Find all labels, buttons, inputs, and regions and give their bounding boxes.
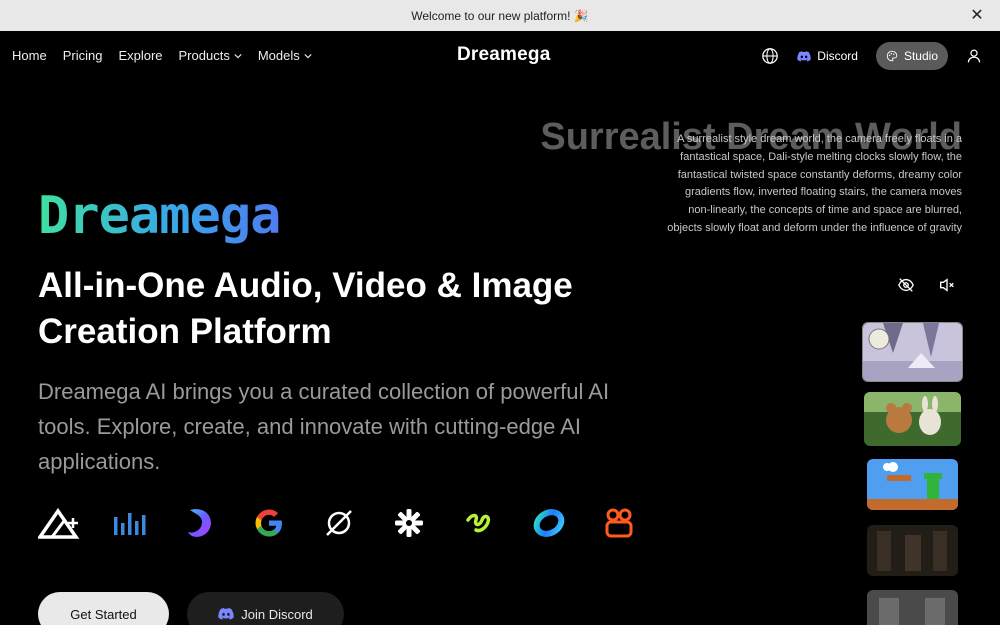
announcement-text: Welcome to our new platform! 🎉 — [411, 8, 589, 23]
mute-icon[interactable] — [938, 276, 956, 294]
triangle-logo-icon — [38, 505, 80, 541]
join-discord-button[interactable]: Join Discord — [187, 592, 344, 625]
ring-logo-icon — [528, 505, 570, 541]
studio-button[interactable]: Studio — [875, 42, 948, 70]
palette-icon — [886, 50, 898, 62]
thumbnail-platformer[interactable] — [867, 459, 958, 510]
partner-logos — [38, 505, 640, 541]
google-g-logo-icon — [248, 505, 290, 541]
user-icon[interactable] — [966, 48, 982, 64]
hero-brand: Dreamega — [38, 186, 281, 246]
hero-headline: All-in-One Audio, Video & Image Creation… — [38, 266, 573, 351]
discord-icon — [797, 50, 811, 61]
thumbnail-grey-room[interactable] — [867, 590, 958, 625]
eye-off-icon[interactable] — [897, 276, 915, 294]
slashed-circle-logo-icon — [318, 505, 360, 541]
nav-pricing[interactable]: Pricing — [63, 48, 103, 63]
green-squiggle-logo-icon — [458, 505, 500, 541]
chevron-down-icon — [234, 53, 242, 58]
thumbnail-surreal[interactable] — [862, 322, 963, 382]
nav-products-label: Products — [178, 48, 230, 63]
get-started-button[interactable]: Get Started — [38, 592, 169, 625]
studio-label: Studio — [903, 49, 938, 63]
discord-label: Discord — [817, 49, 858, 63]
thumbnail-animals[interactable] — [864, 392, 961, 446]
nav-models[interactable]: Models — [258, 48, 312, 63]
nav-products[interactable]: Products — [179, 48, 242, 63]
site-logo[interactable]: Dreamega — [457, 44, 550, 66]
discord-icon — [218, 608, 234, 620]
globe-icon[interactable] — [761, 47, 779, 65]
hero-subtext: Dreamega AI brings you a curated collect… — [38, 379, 610, 474]
discord-link[interactable]: Discord — [797, 49, 858, 63]
bars-logo-icon — [108, 505, 150, 541]
nav-models-label: Models — [257, 48, 300, 63]
join-discord-label: Join Discord — [241, 606, 313, 622]
thumbnail-dark-hall[interactable] — [867, 525, 958, 576]
announcement-bar: Welcome to our new platform! 🎉 ✕ — [0, 0, 1000, 31]
chevron-down-icon — [304, 53, 312, 58]
top-nav: Home Pricing Explore Products Models Dre… — [0, 31, 1000, 81]
starburst-logo-icon — [388, 505, 430, 541]
nav-home[interactable]: Home — [12, 48, 47, 63]
gradient-swoosh-logo-icon — [178, 505, 220, 541]
camera-logo-icon — [598, 505, 640, 541]
showcase-description: A surrealist style dream world, the came… — [667, 133, 962, 234]
close-icon[interactable]: ✕ — [968, 6, 986, 24]
nav-explore[interactable]: Explore — [118, 48, 162, 63]
